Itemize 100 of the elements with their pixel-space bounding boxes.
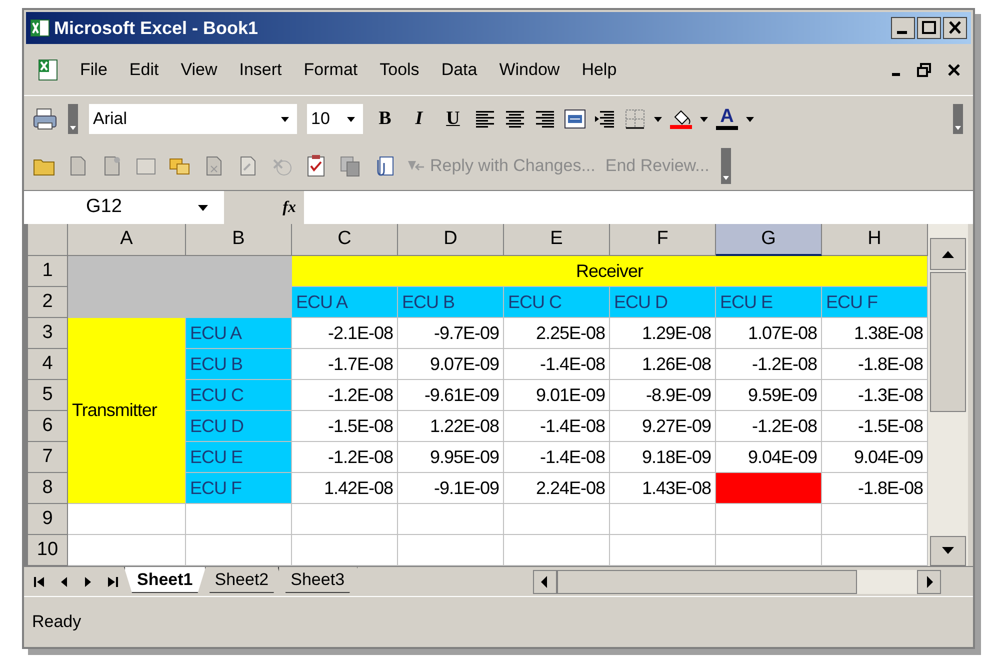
menu-item[interactable]: File [80, 56, 108, 82]
row-header[interactable]: 6 [28, 411, 68, 442]
table-cell: 9.27E-09 [610, 411, 716, 442]
row-header[interactable]: 5 [28, 380, 68, 411]
select-all-button[interactable] [28, 224, 68, 256]
table-cell: -9.1E-09 [398, 473, 504, 504]
empty-cell[interactable] [398, 504, 504, 535]
row-header[interactable]: 9 [28, 504, 68, 535]
toolbar-options-icon[interactable] [951, 102, 965, 136]
table-cell: 2.24E-08 [504, 473, 610, 504]
column-header[interactable]: G [716, 224, 822, 256]
font-color-button[interactable]: A [716, 108, 738, 130]
font-name-field[interactable]: Arial [88, 103, 298, 135]
column-header[interactable]: E [504, 224, 610, 256]
spreadsheet-icon[interactable] [36, 58, 60, 82]
scroll-right-icon[interactable] [917, 570, 941, 594]
bold-button[interactable]: B [372, 104, 398, 134]
table-cell: -1.2E-08 [292, 442, 398, 473]
align-left-icon[interactable] [474, 108, 496, 130]
menu-item[interactable]: View [180, 56, 218, 82]
column-header[interactable]: H [822, 224, 928, 256]
scroll-thumb[interactable] [557, 570, 857, 594]
column-header[interactable]: F [610, 224, 716, 256]
column-header[interactable]: D [398, 224, 504, 256]
scroll-down-icon[interactable] [930, 536, 966, 566]
menu-item[interactable]: Insert [239, 56, 282, 82]
printer-icon[interactable] [32, 107, 58, 131]
menu-item[interactable]: Format [304, 56, 358, 82]
table-cell: -1.4E-08 [504, 411, 610, 442]
table-cell: ECU A [292, 287, 398, 318]
table-cell: 1.07E-08 [716, 318, 822, 349]
table-cell: ECU E [716, 287, 822, 318]
column-header[interactable]: C [292, 224, 398, 256]
table-cell: ECU A [186, 318, 292, 349]
table-cell: 9.01E-09 [504, 380, 610, 411]
dropdown-arrow-icon[interactable] [700, 116, 708, 122]
toolbar-grip-icon[interactable] [66, 102, 80, 136]
borders-icon[interactable] [624, 108, 646, 130]
close-icon[interactable] [943, 17, 967, 39]
vertical-scrollbar[interactable] [928, 224, 968, 566]
table-cell: 9.07E-09 [398, 349, 504, 380]
empty-cell[interactable] [610, 504, 716, 535]
documents-icon[interactable] [338, 154, 362, 178]
table-cell: -1.2E-08 [292, 380, 398, 411]
dropdown-arrow-icon[interactable] [746, 116, 754, 122]
scroll-left-icon[interactable] [533, 570, 557, 594]
table-cell: ECU F [822, 287, 928, 318]
dropdown-arrow-icon [347, 116, 355, 122]
close-icon[interactable] [947, 62, 961, 76]
horizontal-scrollbar[interactable] [557, 570, 917, 594]
table-cell: -1.4E-08 [504, 349, 610, 380]
column-header[interactable]: B [186, 224, 292, 256]
table-cell: -2.1E-08 [292, 318, 398, 349]
empty-cell[interactable] [292, 504, 398, 535]
table-cell: -1.7E-08 [292, 349, 398, 380]
restore-icon[interactable] [917, 62, 931, 76]
menu-item[interactable]: Data [441, 56, 478, 82]
dropdown-arrow-icon[interactable] [654, 116, 662, 122]
menu-item[interactable]: Edit [129, 56, 159, 82]
menu-item[interactable]: Help [582, 56, 617, 82]
font-size-field[interactable]: 10 [306, 103, 364, 135]
maximize-icon[interactable] [917, 17, 941, 39]
fill-color-button[interactable] [670, 109, 692, 129]
menu-item[interactable]: Window [499, 56, 560, 82]
empty-cell[interactable] [186, 504, 292, 535]
table-cell: ECU C [504, 287, 610, 318]
align-center-icon[interactable] [504, 108, 526, 130]
empty-cell[interactable] [716, 504, 822, 535]
table-cell: -1.2E-08 [716, 411, 822, 442]
name-box[interactable]: G12 [24, 191, 224, 224]
window-title: Microsoft Excel - Book1 [54, 16, 258, 40]
row-header[interactable]: 10 [28, 535, 68, 566]
merge-cells-icon[interactable] [564, 108, 586, 130]
row-header[interactable]: 8 [28, 473, 68, 504]
table-cell: 1.29E-08 [610, 318, 716, 349]
row-header[interactable]: 7 [28, 442, 68, 473]
column-header[interactable]: A [68, 224, 186, 256]
sheet-tab[interactable]: Sheet3 [278, 567, 358, 593]
sheet-tab[interactable]: Sheet1 [124, 567, 206, 593]
align-right-icon[interactable] [534, 108, 556, 130]
table-cell: -8.9E-09 [610, 380, 716, 411]
underline-button[interactable]: U [440, 104, 466, 134]
row-header[interactable]: 2 [28, 287, 68, 318]
table-cell: 9.18E-09 [610, 442, 716, 473]
italic-button[interactable]: I [406, 104, 432, 134]
scroll-up-icon[interactable] [930, 238, 966, 270]
empty-cell[interactable] [504, 504, 610, 535]
row-header[interactable]: 3 [28, 318, 68, 349]
row-header[interactable]: 4 [28, 349, 68, 380]
indent-icon[interactable] [594, 108, 616, 130]
row-header[interactable]: 1 [28, 256, 68, 287]
table-cell: ECU B [186, 349, 292, 380]
minimize-icon[interactable] [891, 17, 915, 39]
scroll-thumb[interactable] [930, 272, 966, 412]
table-cell: ECU E [186, 442, 292, 473]
function-button[interactable]: fx [282, 196, 296, 220]
spreadsheet-icon [30, 19, 50, 37]
menu-item[interactable]: Tools [380, 56, 420, 82]
toolbar-options-icon[interactable] [719, 146, 734, 186]
table-cell: -9.61E-09 [398, 380, 504, 411]
